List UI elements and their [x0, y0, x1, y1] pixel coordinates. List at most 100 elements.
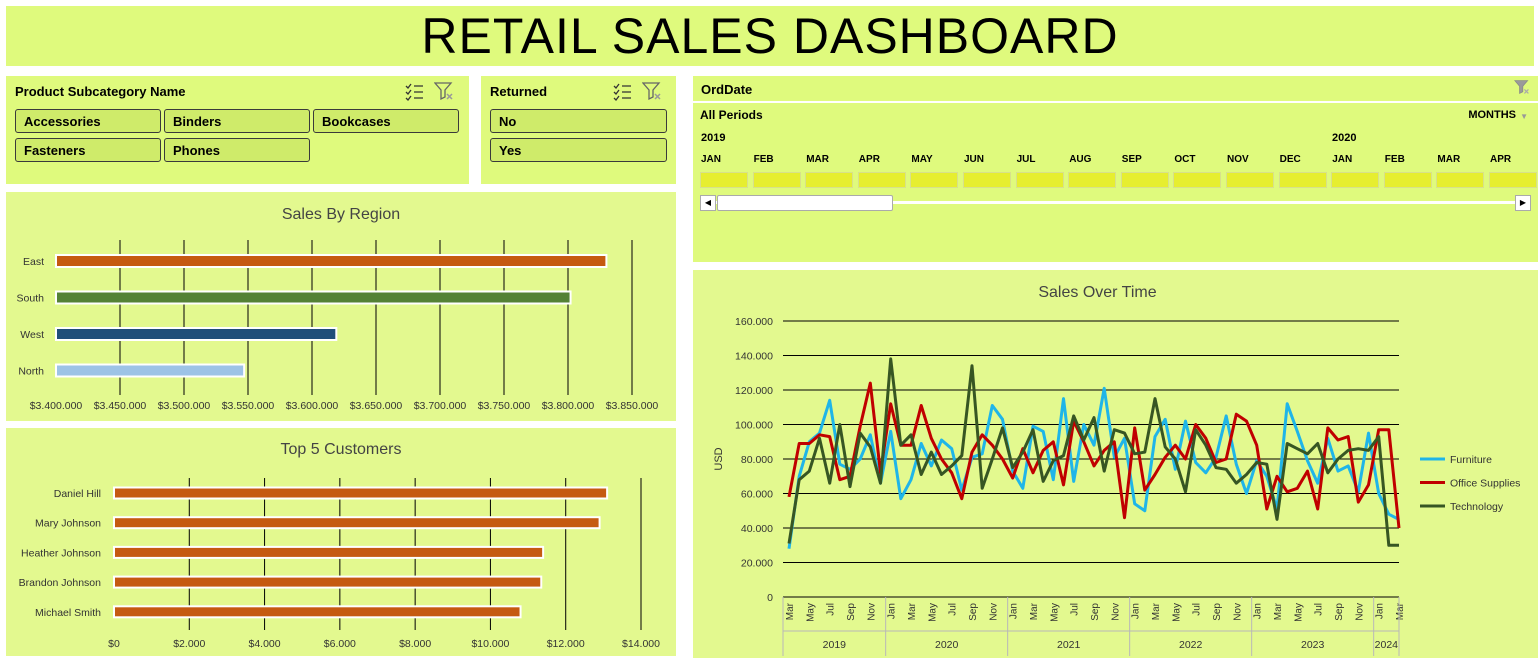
bar[interactable] — [55, 290, 572, 305]
region-bar-chart: $3.400.000 $3.450.000 $3.500.000 $3.550.000… — [17, 240, 658, 412]
timeline-month-cell[interactable] — [1068, 172, 1117, 188]
bar[interactable] — [55, 254, 608, 268]
x-tick-label: Nov — [866, 603, 877, 621]
category-label: South — [17, 293, 45, 305]
timeline-month-cell[interactable] — [1015, 172, 1064, 188]
clear-filter-icon[interactable] — [1513, 79, 1530, 100]
timeline-year-label: 2020 — [1332, 132, 1357, 144]
category-label: West — [20, 329, 44, 341]
timeline-month-cell[interactable] — [1331, 172, 1380, 188]
timeline-month-cell[interactable] — [1278, 172, 1327, 188]
bar[interactable] — [113, 575, 543, 589]
timeline-header: OrdDate — [701, 82, 753, 97]
series-line-office-supplies[interactable] — [787, 381, 1401, 529]
timeline-month-cell[interactable] — [1226, 172, 1274, 188]
x-tick-label: $3.550.000 — [222, 400, 275, 412]
timeline-month-label: DEC — [1279, 154, 1301, 165]
sales-line-chart: 0 20.000 40.000 60.000 80.000 100.000 120.000 1… — [713, 316, 1520, 656]
x-tick-label: $3.800.000 — [542, 400, 595, 412]
category-label: Mary Johnson — [35, 518, 101, 530]
x-tick-label: Nov — [1354, 603, 1365, 621]
slicer-item-phones[interactable]: Phones — [164, 138, 310, 162]
y-tick-label: 120.000 — [735, 385, 773, 397]
bar[interactable] — [113, 605, 522, 619]
category-label: Brandon Johnson — [19, 577, 101, 589]
timeline-month-label: JUN — [964, 154, 985, 165]
x-tick-label: $10.000 — [471, 638, 509, 650]
timeline-month-cell[interactable] — [910, 172, 959, 188]
timeline-month-label: NOV — [1227, 154, 1249, 165]
clear-filter-icon[interactable] — [433, 81, 454, 101]
x-year-label: 2024 — [1375, 639, 1399, 651]
timeline-month-cell[interactable] — [963, 172, 1011, 188]
x-tick-label: Jan — [887, 603, 898, 619]
timeline-scrollbar[interactable]: ◀ ▶ — [700, 195, 1531, 211]
scroll-left-icon[interactable]: ◀ — [700, 195, 716, 211]
slicer-item-fasteners[interactable]: Fasteners — [15, 138, 161, 162]
category-label: Daniel Hill — [54, 488, 101, 500]
bar[interactable] — [113, 545, 545, 559]
category-label: Heather Johnson — [21, 547, 101, 559]
timeline-level-dropdown[interactable]: MONTHS — [1468, 109, 1516, 121]
x-tick-label: Jan — [1375, 603, 1386, 619]
x-tick-label: May — [805, 603, 816, 622]
timeline-month-cell[interactable] — [857, 172, 906, 188]
bar[interactable] — [113, 516, 601, 530]
slicer-item-bookcases[interactable]: Bookcases — [313, 109, 459, 133]
scroll-right-icon[interactable]: ▶ — [1515, 195, 1531, 211]
x-tick-label: Sep — [1334, 603, 1345, 621]
x-tick-label: $4.000 — [249, 638, 281, 650]
timeline-month-cell[interactable] — [1383, 172, 1432, 188]
timeline-period-label: All Periods — [700, 108, 763, 122]
y-tick-label: 140.000 — [735, 351, 773, 363]
slicer-item-yes[interactable]: Yes — [490, 138, 667, 162]
clear-filter-icon[interactable] — [641, 81, 662, 101]
x-year-label: 2021 — [1057, 639, 1081, 651]
timeline-month-label: APR — [1490, 154, 1512, 165]
timeline-year-label: 2019 — [701, 132, 726, 144]
multi-select-icon[interactable] — [404, 81, 424, 101]
series-line-technology[interactable] — [787, 357, 1399, 547]
timeline-month-cell[interactable] — [1436, 172, 1485, 188]
x-tick-label: Mar — [785, 602, 796, 620]
x-tick-label: Nov — [988, 603, 999, 621]
timeline-month-cell[interactable] — [1173, 172, 1222, 188]
slicer-item-accessories[interactable]: Accessories — [15, 109, 161, 133]
x-tick-label: Nov — [1110, 603, 1121, 621]
customers-bar-chart: $0 $2.000 $4.000 $6.000 $8.000 $10.000 $12.000… — [19, 478, 660, 650]
legend-label: Furniture — [1450, 454, 1492, 466]
timeline-month-label: AUG — [1069, 154, 1092, 165]
slicer-item-no[interactable]: No — [490, 109, 667, 133]
x-tick-label: Mar — [1029, 602, 1040, 620]
timeline-month-cell[interactable] — [752, 172, 801, 188]
x-tick-label: $3.600.000 — [286, 400, 339, 412]
top-customers-chart: Top 5 Customers $0 $2.000 $4.000 $6.000 $8.0… — [6, 428, 676, 656]
scroll-thumb[interactable] — [717, 195, 893, 211]
slicer-header: Returned — [490, 84, 548, 99]
bar[interactable] — [55, 363, 246, 378]
chevron-down-icon[interactable]: ▼ — [1520, 112, 1528, 121]
bar[interactable] — [55, 327, 338, 341]
dashboard-title: RETAIL SALES DASHBOARD — [421, 8, 1119, 64]
x-tick-label: $0 — [108, 638, 120, 650]
timeline-month-cell[interactable] — [1489, 172, 1537, 188]
y-tick-label: 100.000 — [735, 420, 773, 432]
timeline-month-cell[interactable] — [1120, 172, 1169, 188]
dashboard-title-bar: RETAIL SALES DASHBOARD — [6, 6, 1534, 66]
y-tick-label: 0 — [767, 592, 773, 604]
bar[interactable] — [113, 486, 609, 500]
timeline-month-cell[interactable] — [700, 172, 748, 188]
x-tick-label: May — [1049, 603, 1060, 622]
multi-select-icon[interactable] — [612, 81, 632, 101]
timeline-month-label: FEB — [753, 154, 774, 165]
order-date-timeline: OrdDate All Periods MONTHS ▼ 2019 2020 J… — [693, 76, 1538, 262]
timeline-month-cell[interactable] — [805, 172, 854, 188]
y-tick-label: 40.000 — [741, 523, 773, 535]
x-tick-label: Sep — [1212, 603, 1223, 621]
category-label: Michael Smith — [35, 607, 101, 619]
legend-label: Office Supplies — [1450, 478, 1520, 490]
x-tick-label: $6.000 — [324, 638, 356, 650]
x-tick-label: Mar — [907, 602, 918, 620]
slicer-item-binders[interactable]: Binders — [164, 109, 310, 133]
y-tick-label: 80.000 — [741, 454, 773, 466]
